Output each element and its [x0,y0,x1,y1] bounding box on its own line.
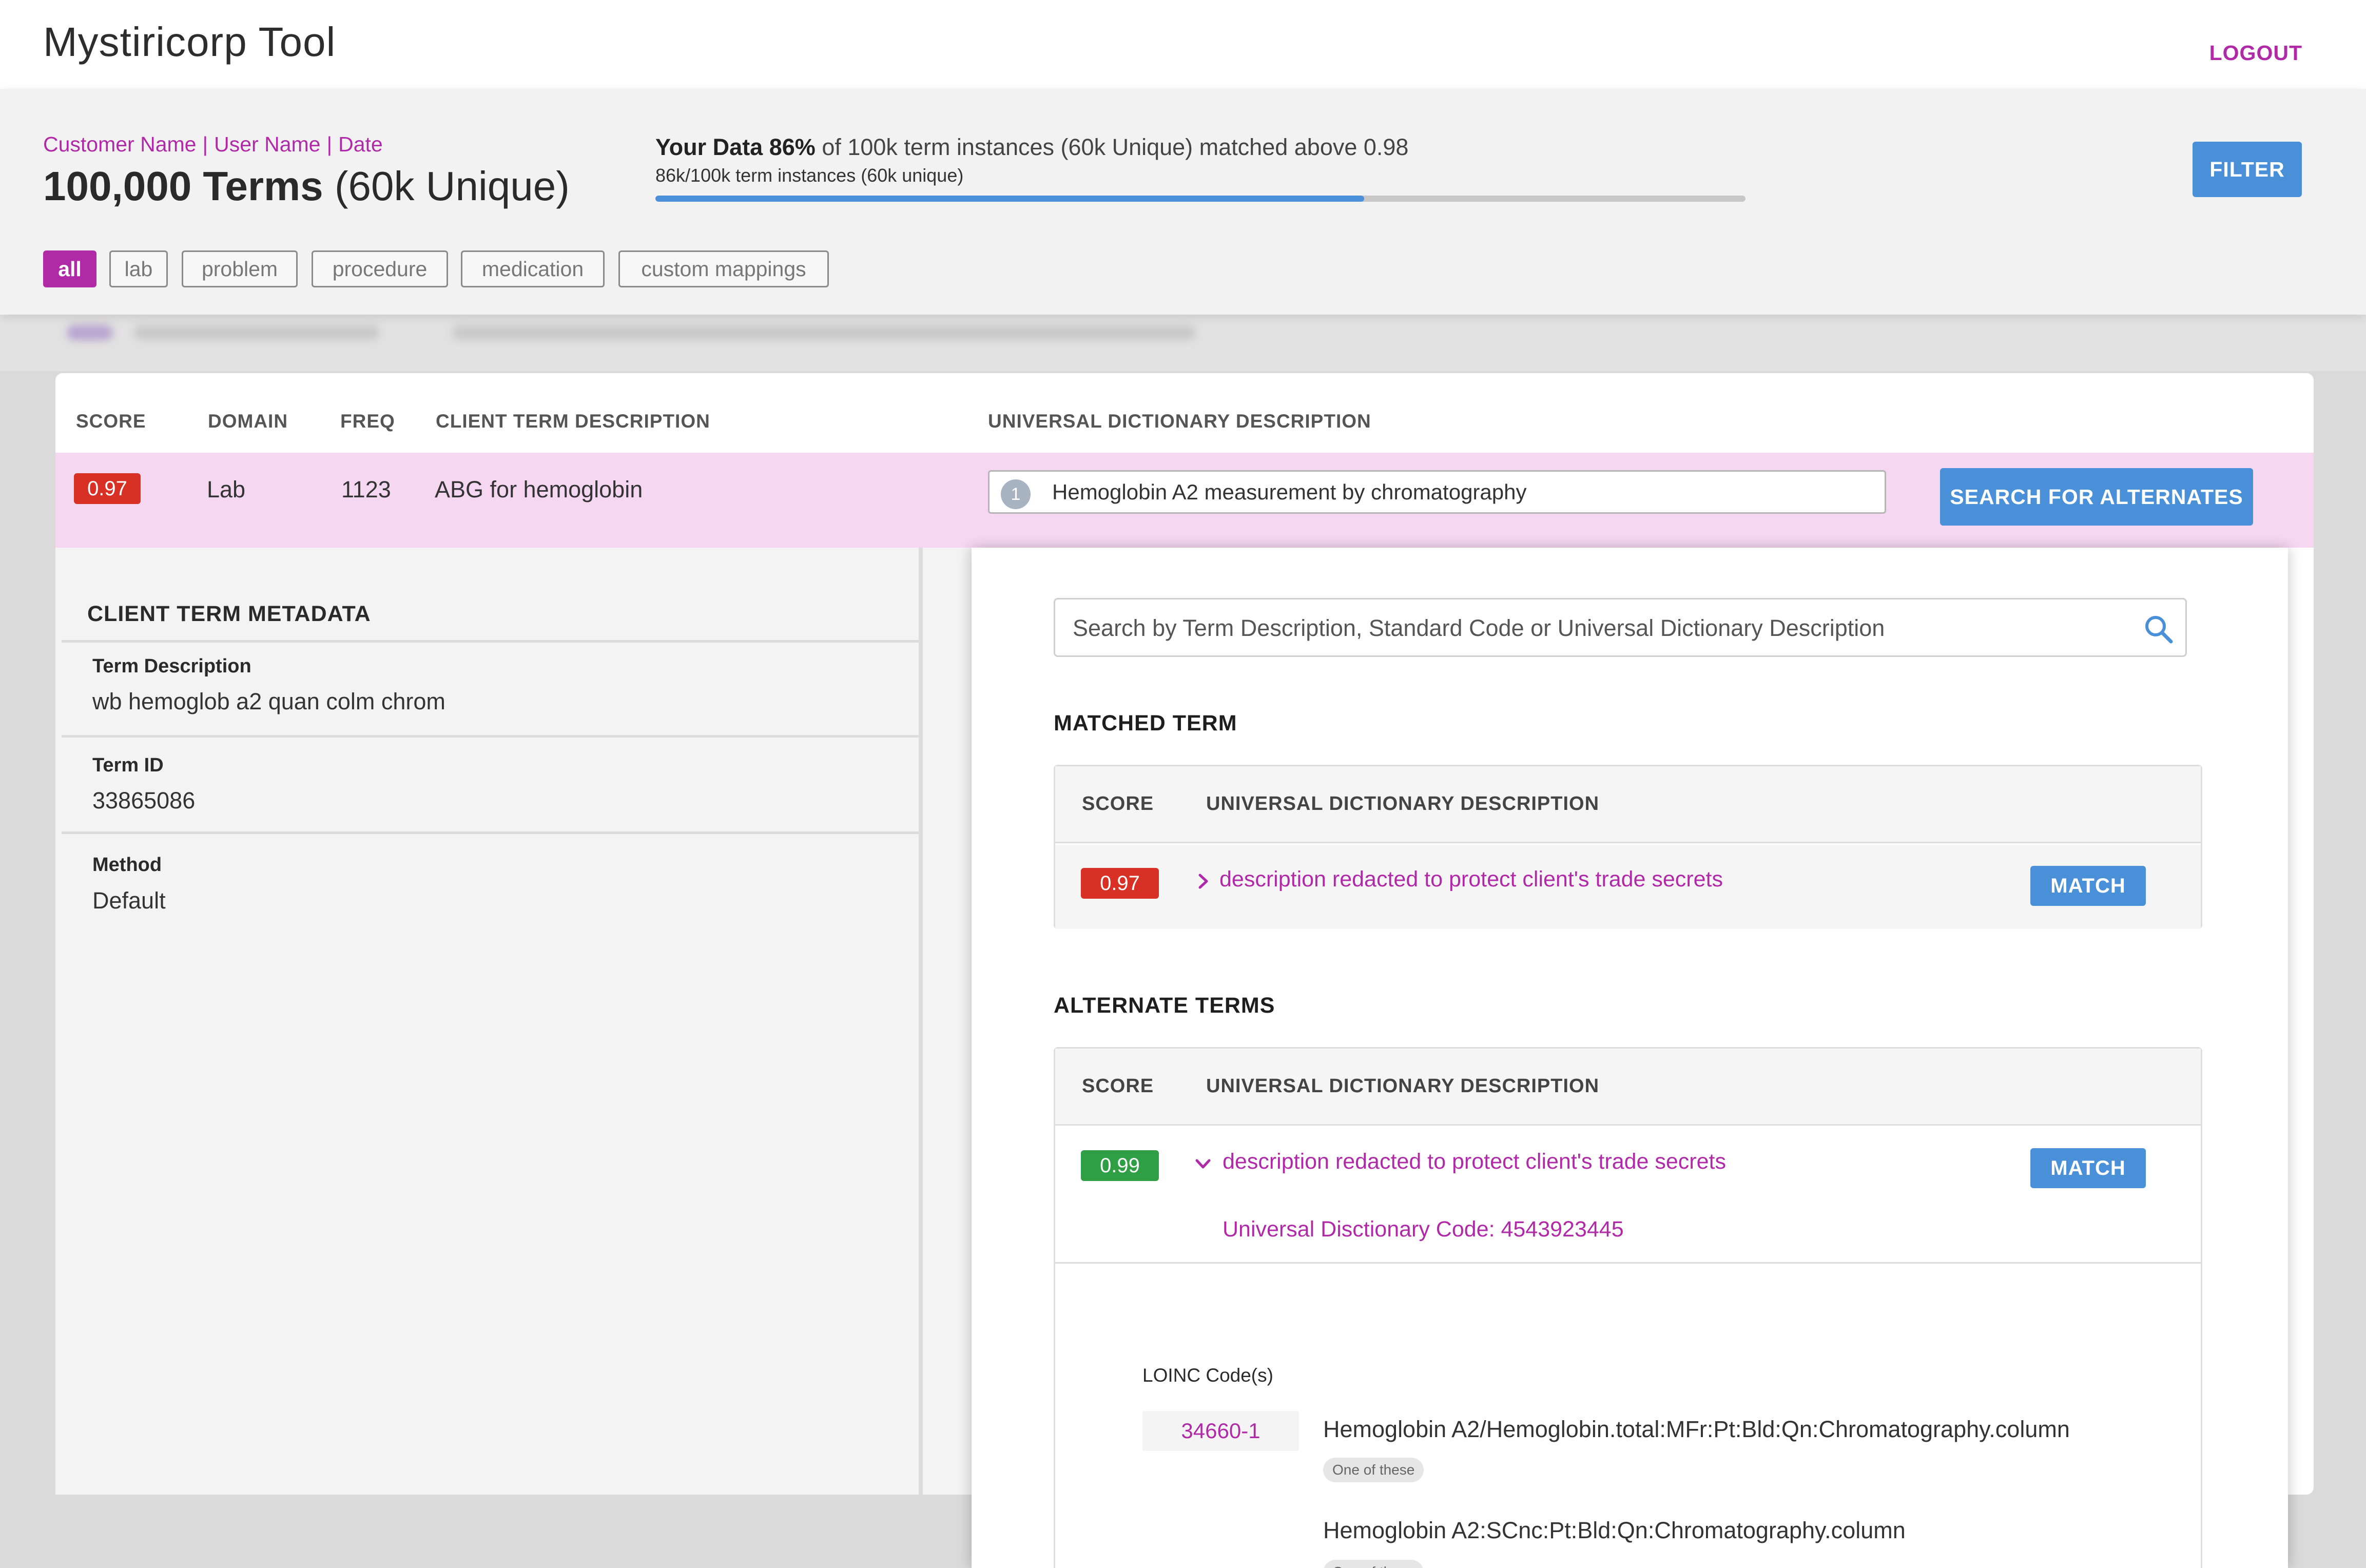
separator: | [202,132,208,156]
blurred-blob [452,325,1196,340]
background-content [0,315,2366,371]
row-freq: 1123 [341,476,391,502]
filter-button[interactable]: FILTER [2193,142,2302,197]
panel-gap [923,548,974,1495]
chevron-right-icon[interactable] [1193,871,1213,892]
term-detail-panel: MATCHED TERM SCORE UNIVERSAL DICTIONARY … [972,548,2288,1568]
terms-unique: (60k Unique) [334,163,570,209]
client-term-metadata-panel: CLIENT TERM METADATA Term Description wb… [55,548,923,1495]
search-icon[interactable] [2142,613,2175,646]
loinc-description: Hemoglobin A2/Hemoglobin.total:MFr:Pt:Bl… [1323,1416,2070,1442]
col-header-score: SCORE [1082,793,1154,815]
row-client-desc: ABG for hemoglobin [435,476,643,502]
match-progress-fill [655,196,1364,202]
chevron-down-icon[interactable] [1193,1153,1213,1174]
one-of-these-badge: One of these [1323,1560,1424,1568]
method-value: Default [92,887,166,914]
col-header-domain[interactable]: DOMAIN [208,411,288,432]
match-button[interactable]: MATCH [2030,1148,2146,1188]
col-header-client-desc[interactable]: CLIENT TERM DESCRIPTION [436,411,710,432]
method-label: Method [92,854,162,876]
chip-medication[interactable]: medication [461,250,605,287]
top-bar: Mystiricorp Tool LOGOUT [0,0,2366,89]
table-header: SCORE UNIVERSAL DICTIONARY DESCRIPTION [1055,766,2201,843]
match-progress-bar [655,196,1746,202]
col-header-freq[interactable]: FREQ [340,411,395,432]
matched-term-table: SCORE UNIVERSAL DICTIONARY DESCRIPTION 0… [1054,765,2202,929]
alternate-term-description[interactable]: description redacted to protect client's… [1223,1149,1726,1174]
term-description-label: Term Description [92,655,251,677]
chip-custom-mappings[interactable]: custom mappings [618,250,829,287]
alternate-terms-title: ALTERNATE TERMS [1054,993,1275,1018]
app-title: Mystiricorp Tool [43,19,336,65]
blurred-blob [133,325,380,340]
col-header-score[interactable]: SCORE [76,411,146,432]
col-header-score: SCORE [1082,1075,1154,1097]
score-badge: 0.97 [74,473,141,504]
separator: | [326,132,333,156]
search-alternates-button[interactable]: SEARCH FOR ALTERNATES [1940,468,2253,526]
summary-header: Customer Name | User Name | Date 100,000 Ter… [0,89,2366,315]
divider [62,831,919,834]
chip-problem[interactable]: problem [182,250,298,287]
alternate-terms-table: SCORE UNIVERSAL DICTIONARY DESCRIPTION 0… [1054,1047,2202,1568]
chip-procedure[interactable]: procedure [312,250,448,287]
col-header-ud-desc: UNIVERSAL DICTIONARY DESCRIPTION [1206,1075,1600,1097]
terms-total: 100,000 Terms [43,163,323,209]
matched-percent: 86% [769,134,816,160]
search-input[interactable] [1073,613,2099,644]
term-id-label: Term ID [92,754,164,776]
divider [1055,1262,2201,1264]
score-badge: 0.99 [1081,1150,1159,1181]
your-data-summary: Your Data 86% of 100k term instances (60… [655,134,1408,161]
loinc-description: Hemoglobin A2:SCnc:Pt:Bld:Qn:Chromatogra… [1323,1517,1906,1543]
metadata-title: CLIENT TERM METADATA [87,602,371,626]
table-header: SCORE UNIVERSAL DICTIONARY DESCRIPTION [1055,1049,2201,1126]
one-of-these-badge: One of these [1323,1458,1424,1482]
score-badge: 0.97 [1081,868,1159,899]
date-label[interactable]: Date [338,132,383,156]
row-domain: Lab [207,476,246,502]
customer-name[interactable]: Customer Name [43,132,196,156]
your-data-subtext: 86k/100k term instances (60k unique) [655,165,964,186]
matched-term-description[interactable]: description redacted to protect client's… [1219,867,1723,892]
col-header-ud-desc[interactable]: UNIVERSAL DICTIONARY DESCRIPTION [988,411,1371,432]
term-description-value: wb hemoglob a2 quan colm chrom [92,688,445,714]
search-box[interactable] [1054,598,2187,657]
rank-badge: 1 [1001,479,1031,509]
your-data-label: Your Data [655,134,763,160]
loinc-code[interactable]: 34660-1 [1142,1411,1299,1451]
match-button[interactable]: MATCH [2030,866,2146,906]
terms-count: 100,000 Terms (60k Unique) [43,163,570,210]
term-id-value: 33865086 [92,787,196,814]
universal-dictionary-code: Universal Disctionary Code: 4543923445 [1223,1217,1624,1242]
chip-lab[interactable]: lab [109,250,168,287]
blurred-blob [67,325,113,340]
col-header-ud-desc: UNIVERSAL DICTIONARY DESCRIPTION [1206,793,1600,815]
chip-all[interactable]: all [43,250,96,287]
your-data-text: of 100k term instances (60k Unique) matc… [822,134,1409,160]
matched-term-title: MATCHED TERM [1054,711,1237,735]
divider [62,640,919,643]
logout-link[interactable]: LOGOUT [2209,41,2302,65]
user-name[interactable]: User Name [214,132,320,156]
divider [62,735,919,738]
ud-description-field[interactable]: 1 Hemoglobin A2 measurement by chromatog… [988,470,1886,514]
context-breadcrumb: Customer Name | User Name | Date [43,132,383,157]
loinc-codes-label: LOINC Code(s) [1142,1365,1273,1386]
ud-description-text: Hemoglobin A2 measurement by chromatogra… [1052,480,1527,504]
